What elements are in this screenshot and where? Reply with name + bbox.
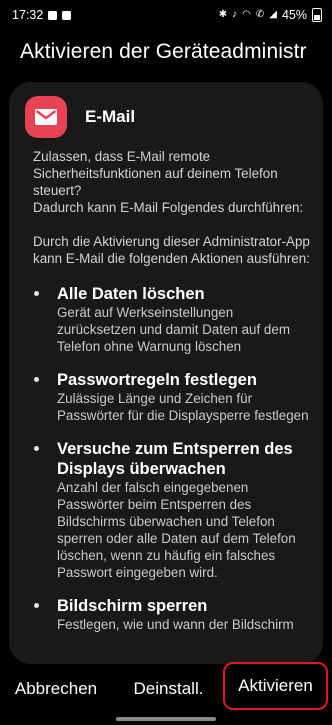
permission-description: Anzahl der falsch eingegebenen Passwörte… xyxy=(57,480,296,580)
permission-content: Zulassen, dass E-Mail remote Sicherheits… xyxy=(33,148,313,648)
permission-item: Versuche zum Entsperren des Displays übe… xyxy=(33,439,313,581)
home-indicator[interactable] xyxy=(116,717,216,721)
mute-icon: ♪ xyxy=(232,9,238,20)
admin-request-card[interactable]: E-Mail Zulassen, dass E-Mail remote Sich… xyxy=(9,82,323,664)
status-bar-right: ✱ ♪ ◠ ✆ ◢ 45% xyxy=(219,8,322,22)
permission-title: Passwortregeln festlegen xyxy=(57,371,257,389)
permission-title: Alle Daten löschen xyxy=(57,285,205,303)
activate-button[interactable]: Aktivieren xyxy=(223,662,328,710)
wifi-icon: ◠ xyxy=(242,9,251,20)
signal-icon: ◢ xyxy=(269,9,277,20)
permission-description: Gerät auf Werkseinstellungen zurücksetze… xyxy=(57,305,290,354)
activation-note: Durch die Aktivierung dieser Administrat… xyxy=(33,234,310,266)
action-bar: Abbrechen Deinstall. Aktivieren xyxy=(0,662,332,714)
intro-followup: Dadurch kann E-Mail Folgendes durchführe… xyxy=(33,200,304,215)
app-header: E-Mail xyxy=(25,96,135,138)
status-time: 17:32 xyxy=(12,8,44,22)
bullet-icon xyxy=(34,446,39,451)
bullet-icon xyxy=(34,377,39,382)
email-icon xyxy=(25,96,67,138)
cancel-button[interactable]: Abbrechen xyxy=(6,664,106,714)
battery-icon xyxy=(312,8,322,22)
status-bar-left: 17:32 xyxy=(12,8,72,22)
permission-description: Zulässige Länge und Zeichen für Passwört… xyxy=(57,391,309,423)
permission-title: Versuche zum Entsperren des Displays übe… xyxy=(57,440,293,478)
bluetooth-icon: ✱ xyxy=(218,9,228,20)
status-bar: 17:32 ✱ ♪ ◠ ✆ ◢ 45% xyxy=(0,0,332,30)
permission-item: Passwortregeln festlegen Zulässige Länge… xyxy=(33,370,313,424)
app-name: E-Mail xyxy=(85,107,136,126)
image-icon xyxy=(48,10,58,20)
envelope-icon xyxy=(35,109,57,125)
permission-item: Bildschirm sperren Festlegen, wie und wa… xyxy=(33,596,313,633)
notification-icon xyxy=(62,10,72,20)
bullet-icon xyxy=(34,291,39,296)
permission-title: Bildschirm sperren xyxy=(57,597,208,615)
uninstall-button[interactable]: Deinstall. xyxy=(121,664,216,714)
call-icon: ✆ xyxy=(255,9,265,20)
permission-item: Alle Daten löschen Gerät auf Werkseinste… xyxy=(33,284,313,355)
intro-text: Zulassen, dass E-Mail remote Sicherheits… xyxy=(33,148,313,216)
page-title: Aktivieren der Geräteadministr xyxy=(20,40,307,63)
permission-description: Festlegen, wie und wann der Bildschirm xyxy=(57,617,294,632)
intro-question: Zulassen, dass E-Mail remote Sicherheits… xyxy=(33,149,278,198)
battery-percent: 45% xyxy=(281,8,307,22)
bullet-icon xyxy=(34,603,39,608)
